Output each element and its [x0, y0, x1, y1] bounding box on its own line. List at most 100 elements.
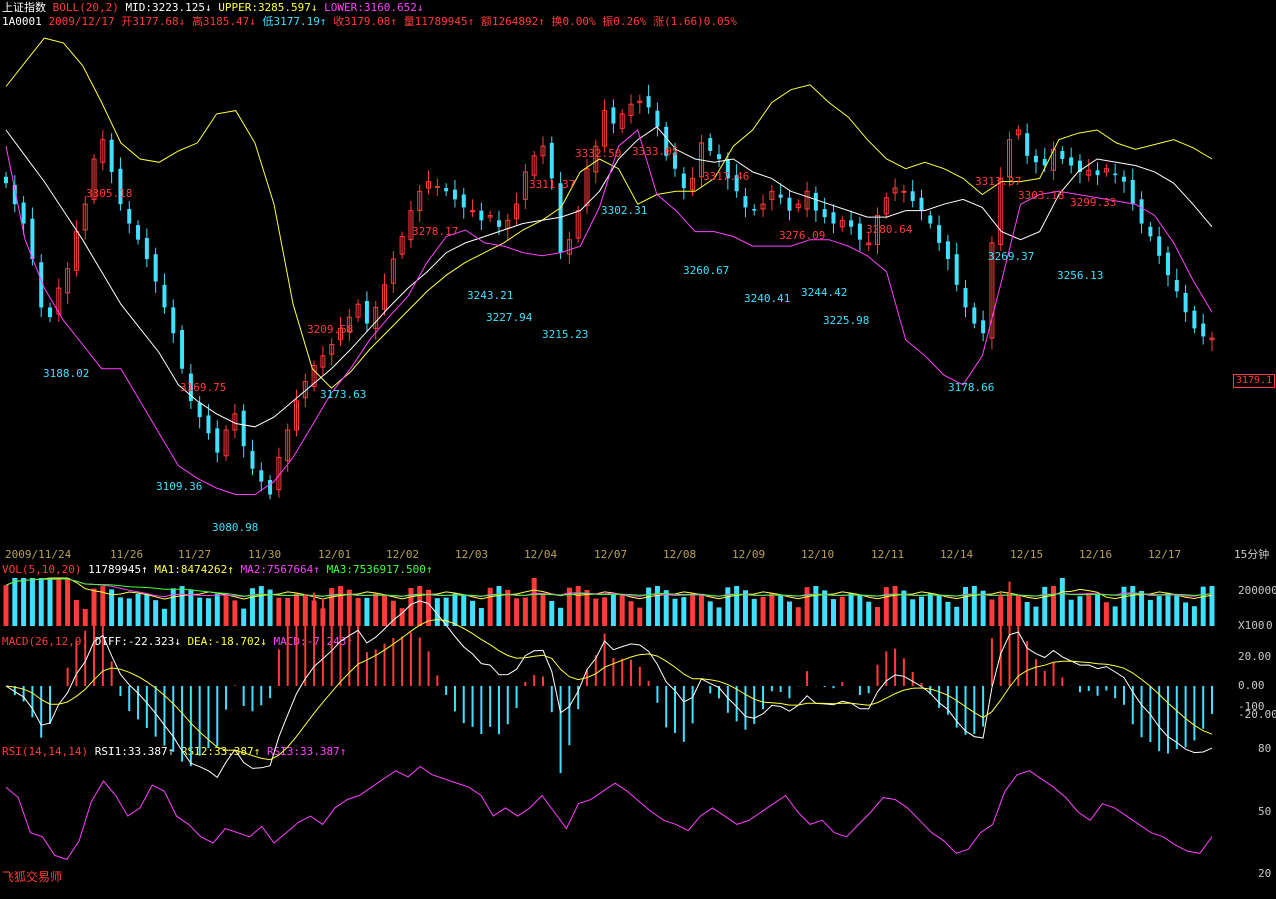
volume-bar — [663, 590, 669, 626]
volume-bar — [1165, 592, 1171, 626]
high-price-label: 3311.37 — [529, 178, 575, 191]
volume-bar — [82, 608, 88, 626]
candle-body — [1060, 150, 1065, 160]
date-tick: 12/01 — [318, 548, 351, 561]
volume-bar — [866, 601, 872, 626]
volume-bar — [751, 598, 757, 626]
high-price-label: 3303.18 — [1018, 189, 1064, 202]
candle-body — [822, 209, 827, 218]
volume-bar — [1103, 602, 1109, 626]
candle-body — [778, 194, 783, 198]
candle-body — [1095, 170, 1100, 176]
volume-bar — [795, 607, 801, 626]
volume-bar — [531, 578, 537, 626]
candle-body — [364, 300, 369, 324]
low-price-label: 3240.41 — [744, 292, 790, 305]
volume-bar — [857, 594, 863, 626]
volume-bar — [1209, 586, 1215, 626]
candle-body — [48, 307, 53, 318]
vol-axis-tick: 0 — [1266, 619, 1273, 632]
candle-body — [849, 220, 854, 227]
volume-bar — [628, 601, 634, 626]
low-price-label: 3256.13 — [1057, 269, 1103, 282]
candle-body — [937, 225, 942, 243]
volume-bar — [241, 608, 247, 626]
current-price-tag: 3179.1 — [1233, 374, 1276, 388]
candle-body — [945, 241, 950, 260]
volume-bar — [619, 594, 625, 626]
low-price-label: 3244.42 — [801, 286, 847, 299]
volume-bar — [734, 586, 740, 626]
volume-bar — [205, 598, 211, 626]
candle-body — [4, 176, 8, 184]
volume-bar — [1147, 599, 1153, 626]
volume-bar — [214, 593, 220, 626]
date-tick: 12/08 — [663, 548, 696, 561]
low-price-label: 3109.36 — [156, 480, 202, 493]
volume-bar — [910, 599, 916, 626]
high-price-label: 3278.17 — [412, 225, 458, 238]
high-price-label: 3209.58 — [307, 323, 353, 336]
volume-bar — [12, 578, 18, 626]
volume-bar — [487, 587, 493, 626]
boll-lower-line — [5, 129, 1213, 495]
volume-bar — [179, 586, 185, 626]
candle-body — [171, 307, 176, 334]
candle-body — [479, 210, 484, 221]
volume-bar — [540, 594, 546, 626]
volume-bar — [919, 596, 925, 626]
rsi-axis-tick: 20 — [1258, 867, 1271, 880]
date-tick: 12/04 — [524, 548, 557, 561]
candle-body — [1069, 157, 1074, 166]
high-price-label: 3332.50 — [575, 147, 621, 160]
volume-bar — [1068, 599, 1074, 626]
candle-body — [1148, 226, 1153, 237]
candle-body — [470, 210, 476, 213]
low-price-label: 3188.02 — [43, 367, 89, 380]
date-tick: 12/16 — [1079, 548, 1112, 561]
candle-body — [241, 410, 246, 447]
volume-bar — [654, 586, 660, 626]
kline-chart[interactable]: 3305.18 3169.75 3209.58 3278.17 3311.37 3332.… — [0, 0, 1276, 899]
volume-bar — [760, 596, 766, 626]
candle-body — [919, 197, 924, 211]
candle-body — [250, 450, 255, 469]
volume-panel — [3, 577, 1215, 626]
volume-bar — [223, 594, 229, 626]
candle-body — [910, 191, 915, 201]
candle-body — [717, 154, 722, 160]
volume-bar — [47, 578, 53, 626]
date-tick: 12/02 — [386, 548, 419, 561]
low-price-label: 3178.66 — [948, 381, 994, 394]
volume-bar — [971, 586, 977, 626]
candle-body — [1165, 252, 1170, 276]
volume-bar — [725, 587, 731, 626]
low-price-label: 3302.31 — [601, 204, 647, 217]
volume-bar — [610, 593, 616, 626]
volume-bar — [742, 590, 748, 626]
candle-body — [681, 173, 686, 189]
volume-bar — [707, 601, 713, 626]
candle-body — [1025, 133, 1030, 156]
high-price-label: 3280.64 — [866, 223, 913, 236]
volume-bar — [276, 597, 282, 626]
candle-body — [787, 197, 792, 211]
volume-bar — [980, 590, 986, 626]
volume-bar — [38, 578, 44, 626]
candle-body — [857, 223, 862, 240]
volume-bar — [522, 597, 528, 626]
candle-body — [153, 254, 158, 282]
volume-bar — [161, 608, 167, 626]
low-price-label: 3215.23 — [542, 328, 588, 341]
volume-bar — [602, 597, 608, 626]
volume-bar — [1174, 595, 1180, 626]
low-price-label: 3243.21 — [467, 289, 513, 302]
candle-body — [611, 107, 616, 124]
candle-body — [655, 110, 660, 127]
vol-axis-unit: X100 — [1238, 619, 1265, 632]
volume-bar — [461, 594, 467, 626]
volume-bar — [73, 600, 79, 626]
period-label: 15分钟 — [1234, 547, 1269, 561]
candle-body — [549, 142, 554, 179]
candle-body — [162, 284, 167, 308]
